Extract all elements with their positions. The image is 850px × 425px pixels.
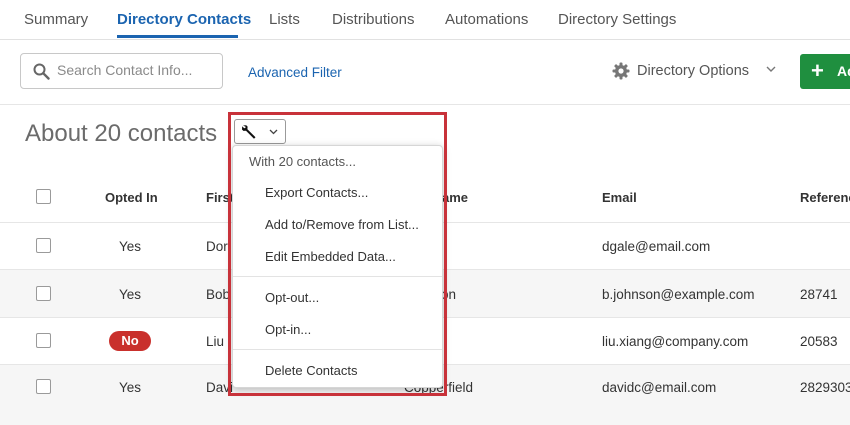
header-last-name[interactable]: ame (442, 190, 468, 205)
search-box[interactable] (20, 53, 223, 89)
first-name-cell: Liu (206, 334, 225, 349)
opted-out-badge: No (109, 331, 151, 351)
chevron-down-icon (766, 66, 776, 72)
first-name-cell: Bob (206, 287, 231, 302)
advanced-filter-link[interactable]: Advanced Filter (248, 65, 342, 80)
header-email[interactable]: Email (602, 190, 637, 205)
tab-distributions[interactable]: Distributions (332, 11, 415, 28)
header-first-name[interactable]: First (206, 190, 234, 205)
directory-options-label: Directory Options (637, 63, 750, 79)
last-name-cell: on (441, 287, 457, 302)
gear-icon (612, 62, 630, 80)
tab-directory-contacts[interactable]: Directory Contacts (117, 11, 251, 28)
menu-item-add-remove-list[interactable]: Add to/Remove from List... (265, 217, 419, 232)
tab-directory-settings[interactable]: Directory Settings (558, 11, 676, 28)
active-tab-underline (117, 35, 238, 38)
toolbar-divider (0, 104, 850, 105)
menu-item-delete-contacts[interactable]: Delete Contacts (265, 363, 358, 378)
contact-tools-button[interactable] (234, 119, 286, 144)
contact-actions-menu: With 20 contacts... Export Contacts... A… (232, 145, 443, 388)
reference-cell: 20583 (800, 334, 838, 349)
wrench-icon (242, 125, 256, 139)
menu-header: With 20 contacts... (249, 154, 356, 169)
email-cell: liu.xiang@company.com (602, 334, 749, 349)
opted-in-value: Yes (119, 287, 142, 302)
top-nav: Summary Directory Contacts Lists Distrib… (0, 0, 850, 40)
row-checkbox[interactable] (36, 238, 51, 253)
first-name-cell: Davi (206, 380, 234, 395)
first-name-cell: Dor (206, 239, 228, 254)
tab-automations[interactable]: Automations (445, 11, 528, 28)
tab-lists[interactable]: Lists (269, 11, 300, 28)
email-cell: davidc@email.com (602, 380, 717, 395)
menu-item-opt-out[interactable]: Opt-out... (265, 290, 319, 305)
add-contact-label: Ad (837, 63, 850, 79)
reference-cell: 28741 (800, 287, 838, 302)
add-contact-button[interactable]: + Ad (800, 54, 850, 89)
opted-in-value: Yes (119, 380, 142, 395)
row-checkbox[interactable] (36, 286, 51, 301)
header-opted-in[interactable]: Opted In (105, 190, 158, 205)
menu-item-export-contacts[interactable]: Export Contacts... (265, 185, 368, 200)
email-cell: dgale@email.com (602, 239, 711, 254)
chevron-down-icon (269, 129, 278, 135)
plus-icon: + (811, 58, 824, 83)
select-all-checkbox[interactable] (36, 189, 51, 204)
contact-count: About 20 contacts (25, 120, 218, 147)
row-checkbox[interactable] (36, 333, 51, 348)
reference-cell: 2829303 (800, 380, 850, 395)
search-input[interactable] (57, 62, 217, 78)
menu-item-opt-in[interactable]: Opt-in... (265, 322, 311, 337)
header-reference[interactable]: Referenc (800, 190, 850, 205)
email-cell: b.johnson@example.com (602, 287, 755, 302)
menu-divider (233, 349, 442, 350)
opted-in-value: Yes (119, 239, 142, 254)
search-icon (33, 63, 50, 80)
tab-summary[interactable]: Summary (24, 11, 88, 28)
menu-item-edit-embedded-data[interactable]: Edit Embedded Data... (265, 249, 396, 264)
row-checkbox[interactable] (36, 379, 51, 394)
menu-divider (233, 276, 442, 277)
